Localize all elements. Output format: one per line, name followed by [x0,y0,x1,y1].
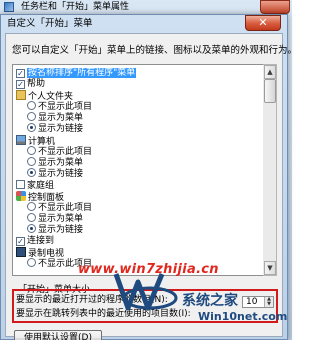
computer-icon [16,135,26,145]
tree-item-recorded-tv: 录制电视 [16,247,64,259]
checkbox-icon[interactable]: ✓ [16,69,25,78]
tree-item-sort-all-programs[interactable]: ✓ 按名称排序"所有程序"菜单 [16,68,137,79]
tree-radio-item[interactable]: 显示为菜单 [27,157,83,168]
spinner-arrows-icon[interactable]: ▲ ▼ [264,297,273,307]
control-panel-icon [16,191,26,201]
dialog-title: 自定义「开始」菜单 [7,18,93,29]
tree-item-homegroup[interactable]: 家庭组 [16,180,54,191]
tree-radio-item[interactable]: 显示为链接 [27,224,83,235]
tree-radio-item[interactable]: 显示为链接 [27,123,83,134]
tree-radio-item[interactable]: 不显示此项目 [27,146,92,157]
tree-scrollbar[interactable]: ▲ ▼ [263,64,277,276]
radio-icon[interactable] [27,157,36,166]
options-tree[interactable]: ✓ 按名称排序"所有程序"菜单 ✓ 帮助 个人文件夹 不显示此项目 显示为菜单 显示… [12,64,264,276]
recent-programs-spinner[interactable]: 10 ▲ ▼ [242,296,274,308]
radio-selected-icon[interactable] [27,168,36,177]
folder-icon [16,90,26,100]
tree-radio-item[interactable]: 不显示此项目 [27,101,92,112]
tree-item-connect-to[interactable]: ✓ 连接到 [16,236,54,247]
tree-radio-item[interactable]: 显示为菜单 [27,213,83,224]
checkbox-icon[interactable]: ✓ [16,237,25,246]
window-icon [4,2,14,12]
tree-item-personal-folder: 个人文件夹 [16,90,73,102]
dialog-description: 您可以自定义「开始」菜单上的链接、图标以及菜单的外观和行为。 [12,45,298,56]
scrollbar-thumb[interactable] [264,79,276,103]
tree-item-control-panel: 控制面板 [16,191,64,203]
radio-icon[interactable] [27,213,36,222]
checkbox-icon[interactable] [16,180,25,189]
watermark-logo-icon [113,273,178,311]
tree-radio-item[interactable]: 不显示此项目 [27,202,92,213]
watermark-domain: Win10net.com [198,310,288,323]
recent-programs-value[interactable]: 10 [246,297,257,307]
radio-icon[interactable] [27,146,36,155]
tv-icon [16,247,26,257]
radio-icon[interactable] [27,101,36,110]
radio-selected-icon[interactable] [27,224,36,233]
scroll-up-arrow-icon[interactable]: ▲ [264,65,276,79]
use-default-settings-button[interactable]: 使用默认设置(D) [14,330,102,340]
watermark-brand: 系统之家 [182,293,238,309]
radio-icon[interactable] [27,258,36,267]
background-close-button[interactable] [260,0,290,14]
tree-item-computer: 计算机 [16,135,55,147]
radio-icon[interactable] [27,112,36,121]
checkbox-icon[interactable]: ✓ [16,80,25,89]
tree-item-help[interactable]: ✓ 帮助 [16,79,45,90]
dialog-close-button[interactable]: ✕ [245,15,281,31]
tree-radio-item[interactable]: 显示为菜单 [27,112,83,123]
radio-selected-icon[interactable] [27,123,36,132]
scroll-down-arrow-icon[interactable]: ▼ [264,261,276,275]
radio-icon[interactable] [27,202,36,211]
tree-radio-item[interactable]: 显示为链接 [27,168,83,179]
